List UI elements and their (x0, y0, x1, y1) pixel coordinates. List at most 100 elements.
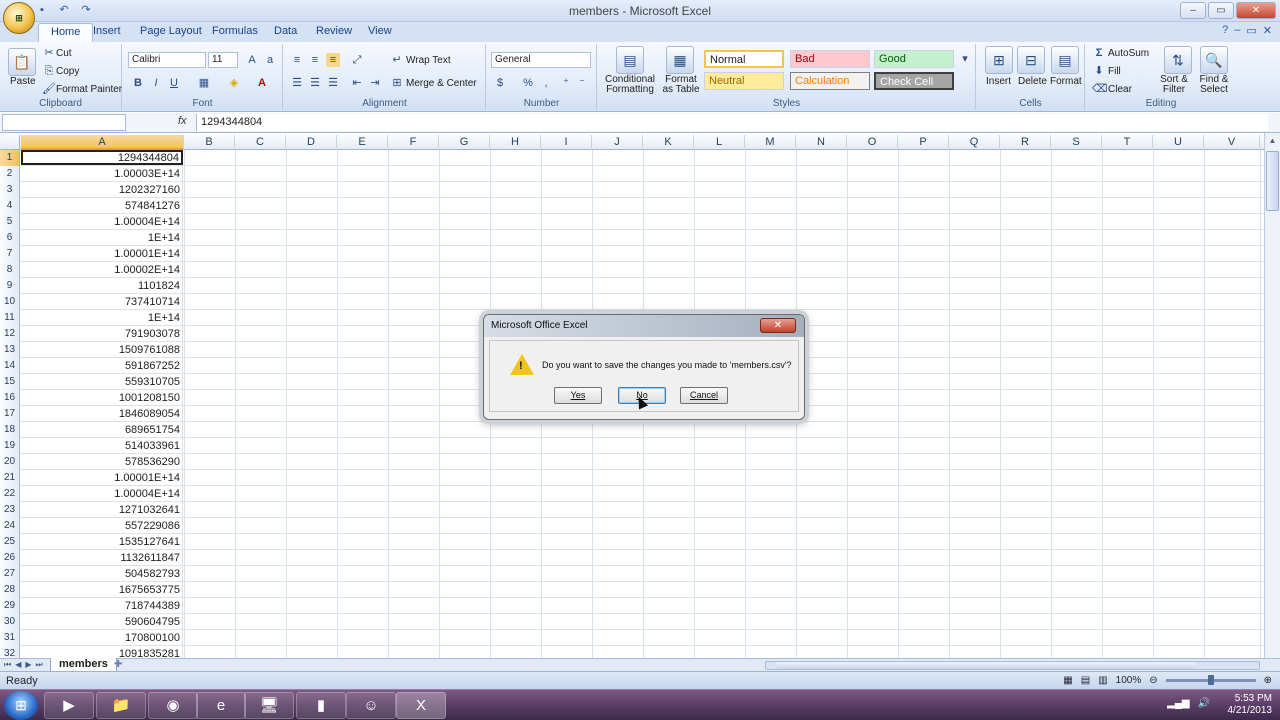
shrink-font-icon[interactable]: a (263, 53, 277, 67)
row-header[interactable]: 26 (0, 550, 20, 566)
italic-button[interactable]: I (149, 76, 163, 90)
clock[interactable]: 5:53 PM 4/21/2013 (1228, 693, 1273, 717)
row-header[interactable]: 9 (0, 278, 20, 294)
internet-explorer-icon[interactable]: e (196, 692, 246, 719)
font-name-select[interactable]: Calibri (128, 52, 206, 68)
find-select-button[interactable]: Find & Select (1194, 75, 1234, 95)
row-header[interactable]: 1 (0, 150, 20, 166)
minimize-button[interactable]: – (1180, 2, 1206, 19)
merge-center-button[interactable]: Merge & Center (406, 78, 477, 89)
format-painter-button[interactable]: Format Painter (56, 84, 122, 95)
cancel-button[interactable]: Cancel (680, 387, 728, 404)
excel-taskbar-icon[interactable]: X (396, 692, 446, 719)
yes-button[interactable]: Yes (554, 387, 602, 404)
cell[interactable]: 590604795 (21, 614, 183, 629)
row-header[interactable]: 28 (0, 582, 20, 598)
bold-button[interactable]: B (131, 76, 145, 90)
app-icon[interactable]: ▮ (296, 692, 346, 719)
underline-button[interactable]: U (167, 76, 181, 90)
decrease-decimal-icon[interactable]: ⁻ (575, 76, 589, 90)
first-sheet-icon[interactable]: ⏮ (4, 659, 11, 671)
cell[interactable]: 514033961 (21, 438, 183, 453)
cell[interactable]: 791903078 (21, 326, 183, 341)
close-button[interactable]: ✕ (1236, 2, 1276, 19)
zoom-out-icon[interactable]: ⊖ (1149, 675, 1157, 686)
page-layout-view-icon[interactable]: ▤ (1081, 675, 1090, 686)
cell[interactable]: 559310705 (21, 374, 183, 389)
vertical-scrollbar[interactable]: ▲ (1264, 133, 1280, 659)
align-middle-icon[interactable]: ≡ (308, 53, 322, 67)
style-good[interactable]: Good (874, 50, 954, 68)
row-header[interactable]: 18 (0, 422, 20, 438)
align-bottom-icon[interactable]: ≡ (326, 53, 340, 67)
zoom-level[interactable]: 100% (1116, 675, 1142, 686)
row-header[interactable]: 7 (0, 246, 20, 262)
cell[interactable]: 1.00004E+14 (21, 486, 183, 501)
comma-button[interactable]: , (539, 76, 553, 90)
cell[interactable]: 1091835281 (21, 646, 183, 658)
column-header-d[interactable]: D (286, 135, 337, 150)
sheet-tab-members[interactable]: members (50, 658, 117, 672)
cell[interactable]: 170800100 (21, 630, 183, 645)
decrease-indent-icon[interactable]: ⇤ (350, 76, 364, 90)
fill-button[interactable]: Fill (1108, 66, 1121, 77)
fill-color-icon[interactable]: ◈ (227, 76, 241, 90)
autosum-button[interactable]: AutoSum (1108, 48, 1149, 59)
style-neutral[interactable]: Neutral (704, 72, 784, 90)
scroll-up-icon[interactable]: ▲ (1265, 133, 1280, 149)
row-header[interactable]: 22 (0, 486, 20, 502)
next-sheet-icon[interactable]: ▶ (25, 659, 31, 671)
row-header[interactable]: 30 (0, 614, 20, 630)
row-header[interactable]: 19 (0, 438, 20, 454)
media-player-icon[interactable]: ▶ (44, 692, 94, 719)
cell[interactable]: 1535127641 (21, 534, 183, 549)
wrap-text-button[interactable]: Wrap Text (406, 55, 451, 66)
conditional-formatting-button[interactable]: Conditional Formatting (602, 75, 658, 95)
formula-input[interactable]: 1294344804 (196, 114, 1268, 131)
orientation-icon[interactable]: ⤢ (350, 53, 364, 67)
zoom-in-icon[interactable]: ⊕ (1264, 675, 1272, 686)
page-break-view-icon[interactable]: ▥ (1098, 675, 1107, 686)
row-header[interactable]: 13 (0, 342, 20, 358)
tab-view[interactable]: View (368, 25, 392, 37)
align-left-icon[interactable]: ☰ (290, 76, 304, 90)
help-icon[interactable]: ? (1222, 24, 1228, 37)
cell[interactable]: 591867252 (21, 358, 183, 373)
maximize-button[interactable]: ▭ (1208, 2, 1234, 19)
row-header[interactable]: 32 (0, 646, 20, 658)
restore-workbook-icon[interactable]: ▭ (1246, 24, 1256, 37)
column-header-b[interactable]: B (184, 135, 235, 150)
row-header[interactable]: 25 (0, 534, 20, 550)
column-header-r[interactable]: R (1000, 135, 1051, 150)
row-header[interactable]: 4 (0, 198, 20, 214)
row-header[interactable]: 27 (0, 566, 20, 582)
column-header-v[interactable]: V (1204, 135, 1260, 150)
row-header[interactable]: 11 (0, 310, 20, 326)
copy-button[interactable]: Copy (56, 66, 79, 77)
tab-insert[interactable]: Insert (93, 25, 121, 37)
active-cell[interactable]: 1294344804 (21, 150, 183, 165)
insert-cells-button[interactable]: Insert (986, 76, 1011, 87)
style-check-cell[interactable]: Check Cell (874, 72, 954, 90)
row-header[interactable]: 24 (0, 518, 20, 534)
percent-button[interactable]: % (521, 76, 535, 90)
tab-review[interactable]: Review (316, 25, 352, 37)
column-header-m[interactable]: M (745, 135, 796, 150)
insert-sheet-icon[interactable]: ✚ (114, 659, 122, 671)
cell[interactable]: 689651754 (21, 422, 183, 437)
cell[interactable]: 718744389 (21, 598, 183, 613)
horizontal-scrollbar[interactable] (765, 661, 1260, 670)
grow-font-icon[interactable]: A (245, 53, 259, 67)
cell[interactable]: 504582793 (21, 566, 183, 581)
cell[interactable]: 1.00004E+14 (21, 214, 183, 229)
column-header-k[interactable]: K (643, 135, 694, 150)
cell[interactable]: 1001208150 (21, 390, 183, 405)
cut-button[interactable]: Cut (56, 48, 72, 59)
fx-icon[interactable]: fx (178, 115, 187, 127)
remote-desktop-icon[interactable]: 🖥 (244, 692, 294, 719)
dialog-close-button[interactable]: ✕ (760, 318, 796, 333)
increase-indent-icon[interactable]: ⇥ (368, 76, 382, 90)
row-header[interactable]: 29 (0, 598, 20, 614)
tab-page-layout[interactable]: Page Layout (140, 25, 202, 37)
close-workbook-icon[interactable]: ✕ (1263, 24, 1272, 37)
